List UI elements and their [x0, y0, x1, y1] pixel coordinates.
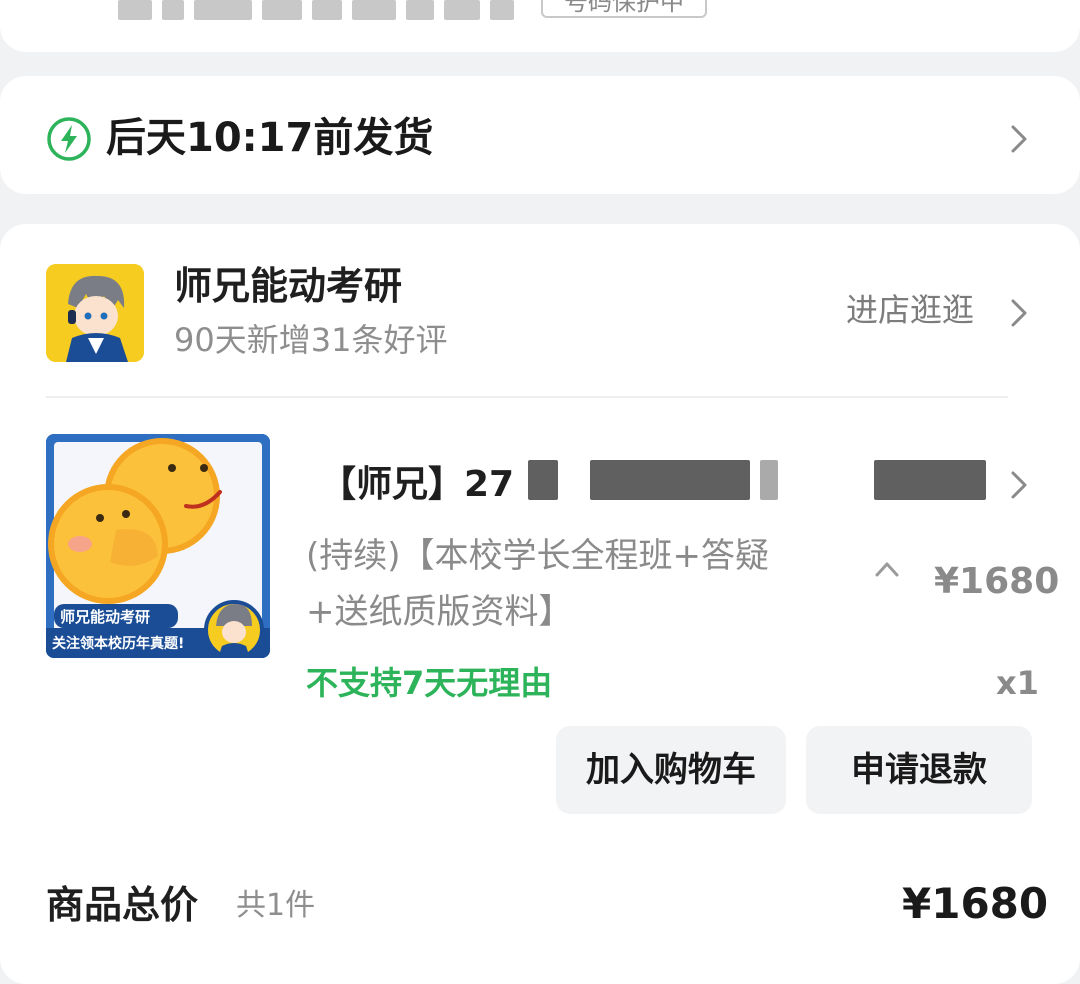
chevron-right-icon — [1011, 125, 1027, 153]
unit-price: ¥1680 — [934, 561, 1060, 602]
chevron-right-icon — [1011, 299, 1027, 327]
shop-avatar[interactable] — [46, 264, 144, 362]
lightning-bolt-icon — [47, 117, 91, 161]
blurred-title-segment — [760, 460, 778, 500]
product-spec-line-1: (持续)【本校学长全程班+答疑 — [306, 536, 770, 576]
product-spec-line-2: +送纸质版资料】 — [306, 592, 573, 632]
no-return-policy-notice: 不支持7天无理由 — [306, 664, 553, 702]
quantity: x1 — [996, 664, 1039, 702]
item-count: 共1件 — [236, 888, 316, 923]
total-price-label: 商品总价 — [46, 883, 199, 927]
chevron-right-icon — [1011, 471, 1027, 499]
request-refund-button[interactable]: 申请退款 — [806, 726, 1032, 814]
shop-rating-summary: 90天新增31条好评 — [174, 321, 448, 359]
add-to-cart-button[interactable]: 加入购物车 — [556, 726, 786, 814]
total-price: ¥1680 — [902, 879, 1049, 928]
thumb-caption-2: 关注领本校历年真题! — [52, 635, 184, 652]
thumb-caption-1: 师兄能动考研 — [60, 608, 150, 626]
product-thumbnail[interactable]: 师兄能动考研 关注领本校历年真题! — [46, 434, 270, 658]
product-cover-image: 师兄能动考研 关注领本校历年真题! — [46, 434, 270, 658]
blurred-title-segment — [590, 460, 750, 500]
shipping-eta: 后天10:17前发货 — [106, 115, 434, 161]
order-card: 师兄能动考研 90天新增31条好评 进店逛逛 师兄能动考研 关注领本校历年真题! — [0, 224, 1080, 984]
blurred-title-segment — [874, 460, 986, 500]
top-header-strip: 号码保护中 — [0, 0, 1080, 52]
product-spec: (持续)【本校学长全程班+答疑 +送纸质版资料】 — [306, 528, 826, 640]
visit-store-link[interactable]: 进店逛逛 — [846, 288, 974, 332]
shop-name[interactable]: 师兄能动考研 — [174, 260, 402, 312]
product-title[interactable]: 【师兄】27 — [320, 460, 514, 510]
chevron-up-icon[interactable] — [874, 560, 900, 578]
number-protection-tag: 号码保护中 — [541, 0, 707, 18]
anime-boy-avatar-image — [46, 264, 144, 362]
divider — [46, 396, 1008, 398]
blurred-address-text — [118, 0, 514, 20]
shipping-row[interactable]: 后天10:17前发货 — [0, 76, 1080, 194]
blurred-title-segment — [528, 460, 558, 500]
